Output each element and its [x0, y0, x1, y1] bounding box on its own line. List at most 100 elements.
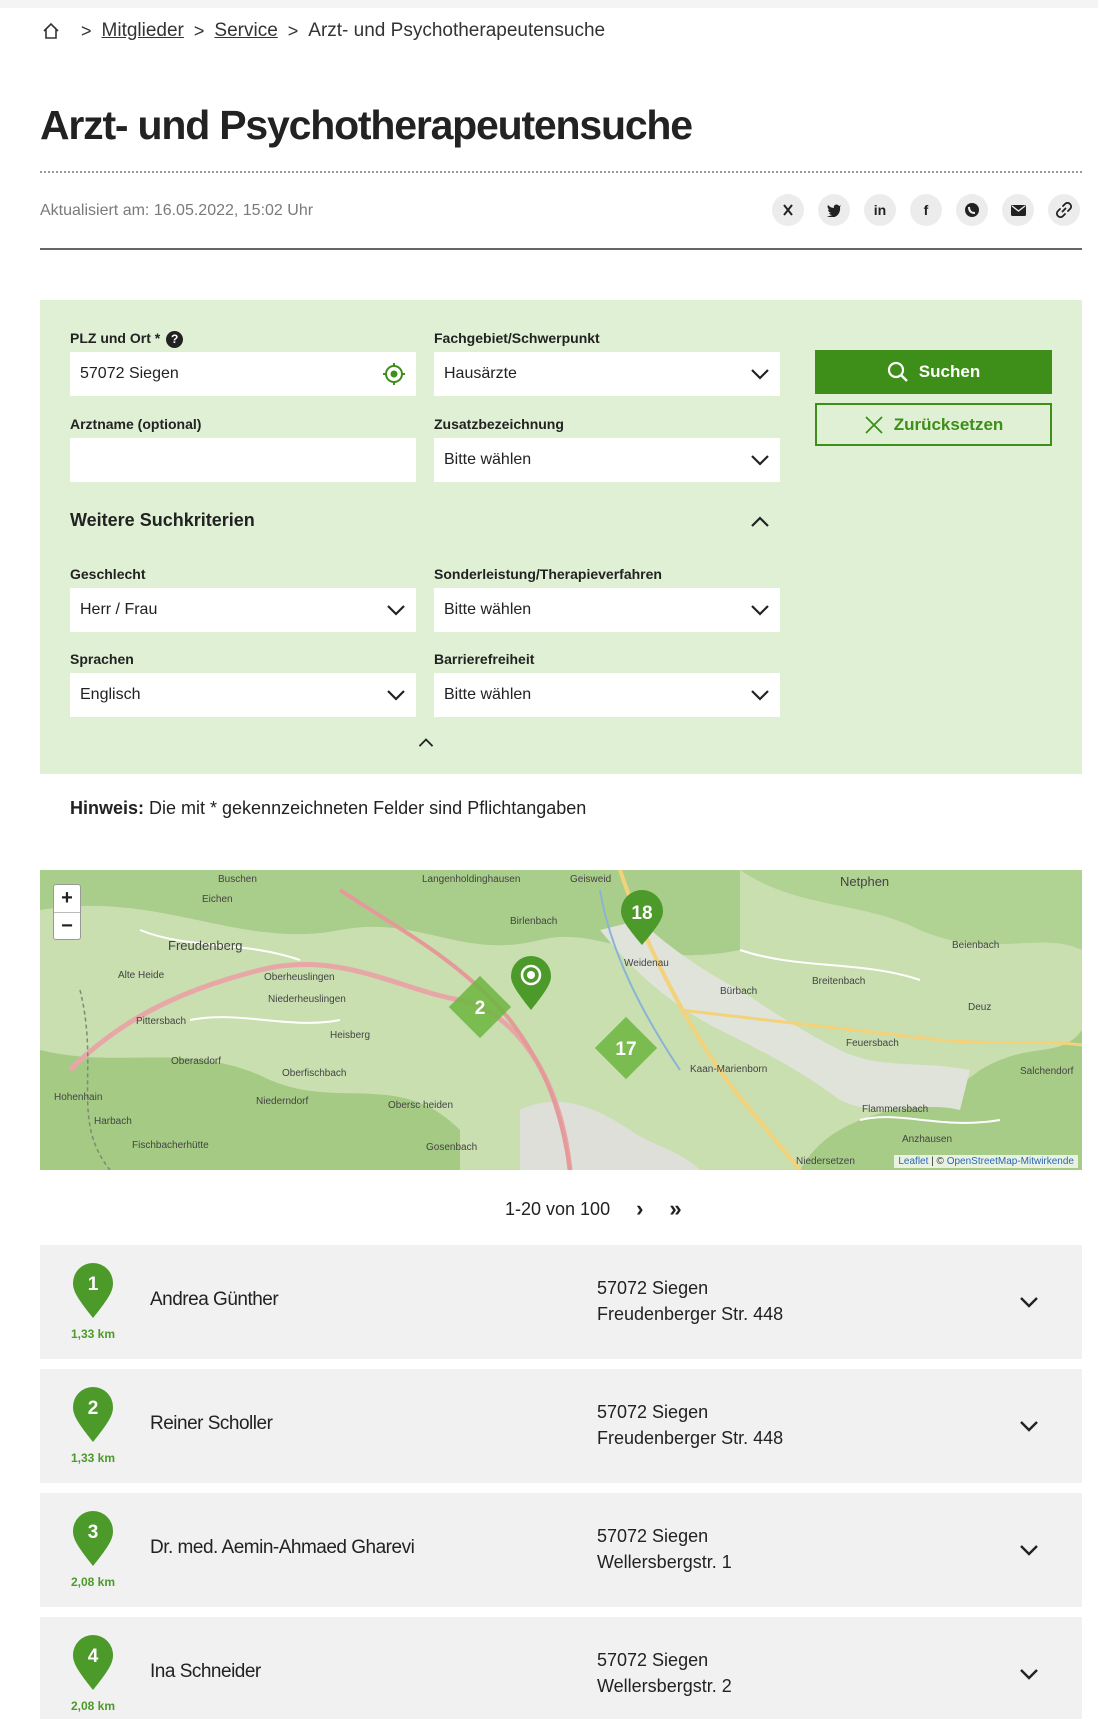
sprachen-select[interactable]: Englisch	[70, 673, 416, 717]
results-map[interactable]: 18 2 17 Buschen Eichen Freudenberg Alte …	[40, 870, 1082, 1170]
sonder-label: Sonderleistung/Therapieverfahren	[434, 566, 662, 582]
share-email-icon[interactable]	[1002, 194, 1034, 226]
map-place-label: Buschen	[218, 874, 257, 885]
hint-text: Die mit * gekennzeichneten Felder sind P…	[144, 798, 587, 818]
zusatz-label: Zusatzbezeichnung	[434, 416, 564, 432]
chevron-down-icon	[751, 455, 769, 466]
share-whatsapp-icon[interactable]	[956, 194, 988, 226]
share-facebook-icon[interactable]: f	[910, 194, 942, 226]
breadcrumb-link-service[interactable]: Service	[214, 20, 277, 42]
share-bar: in f	[772, 194, 1080, 226]
sonder-select[interactable]: Bitte wählen	[434, 588, 780, 632]
plz-value: 57072 Siegen	[80, 365, 179, 382]
map-place-label: Breitenbach	[812, 976, 866, 987]
top-strip	[0, 0, 1098, 8]
osm-link[interactable]: OpenStreetMap-Mitwirkende	[947, 1156, 1074, 1167]
barriere-label: Barrierefreiheit	[434, 651, 535, 667]
reset-button-label: Zurücksetzen	[893, 414, 1004, 434]
arztname-input[interactable]	[70, 438, 416, 482]
result-number: 4	[88, 1646, 99, 1667]
expand-chevron-icon[interactable]	[1018, 1295, 1040, 1309]
cluster-label: 17	[615, 1039, 636, 1060]
result-name: Dr. med. Aemin-Ahmaed Gharevi	[150, 1537, 415, 1558]
zoom-in-button[interactable]: +	[54, 885, 80, 912]
search-button[interactable]: Suchen	[815, 350, 1052, 394]
reset-button[interactable]: Zurücksetzen	[815, 403, 1052, 446]
map-place-label: Niedersetzen	[796, 1156, 855, 1167]
zoom-out-button[interactable]: −	[54, 912, 80, 939]
result-street: Wellersbergstr. 2	[597, 1676, 732, 1696]
help-icon[interactable]: ?	[166, 330, 184, 348]
result-row[interactable]: 4 2,08 km Ina Schneider 57072 Siegen Wel…	[40, 1617, 1082, 1719]
result-address: 57072 Siegen Freudenberger Str. 448	[597, 1275, 783, 1327]
result-row[interactable]: 2 1,33 km Reiner Scholler 57072 Siegen F…	[40, 1369, 1082, 1483]
map-place-label: Fischbacherhütte	[132, 1140, 209, 1151]
map-place-label: Flammersbach	[862, 1104, 929, 1115]
next-page-button[interactable]: ›	[636, 1196, 643, 1222]
result-pin-icon: 2	[73, 1387, 113, 1442]
map-place-label: Niederheuslingen	[268, 994, 346, 1005]
breadcrumb-current: Arzt- und Psychotherapeutensuche	[308, 20, 606, 41]
zusatz-value: Bitte wählen	[444, 451, 532, 468]
leaflet-link[interactable]: Leaflet	[898, 1156, 928, 1167]
map-place-label: Feuersbach	[846, 1038, 899, 1049]
cluster-label: 2	[475, 998, 486, 1019]
map-attribution: Leaflet | © OpenStreetMap-Mitwirkende	[894, 1155, 1078, 1168]
result-number: 1	[88, 1274, 99, 1295]
map-place-label: Obersc heiden	[388, 1100, 454, 1111]
share-linkedin-icon[interactable]: in	[864, 194, 896, 226]
map-place-label: Niederndorf	[256, 1096, 309, 1107]
geschlecht-select[interactable]: Herr / Frau	[70, 588, 416, 632]
result-distance: 1,33 km	[70, 1451, 116, 1465]
map-place-label: Geisweid	[570, 874, 612, 885]
share-link-icon[interactable]	[1048, 194, 1080, 226]
breadcrumb-separator: >	[81, 20, 92, 41]
barriere-select[interactable]: Bitte wählen	[434, 673, 780, 717]
search-icon	[887, 361, 908, 382]
expand-chevron-icon[interactable]	[1018, 1543, 1040, 1557]
attribution-separator: | ©	[928, 1156, 947, 1167]
result-street: Freudenberger Str. 448	[597, 1304, 784, 1324]
chevron-up-icon[interactable]	[749, 514, 771, 528]
chevron-down-icon	[387, 605, 405, 616]
page-title: Arzt- und Psychotherapeutensuche	[40, 102, 693, 148]
map-place-label: Oberasdorf	[171, 1056, 222, 1067]
header-rule	[40, 248, 1082, 250]
result-distance: 1,33 km	[70, 1327, 116, 1341]
map-place-label: Oberfischbach	[282, 1068, 347, 1079]
last-page-button[interactable]: »	[669, 1196, 681, 1222]
close-icon	[865, 415, 883, 434]
map-place-label: Pittersbach	[136, 1016, 187, 1027]
zusatz-select[interactable]: Bitte wählen	[434, 438, 780, 482]
barriere-value: Bitte wählen	[444, 686, 532, 703]
map-place-label: Netphen	[840, 874, 890, 889]
share-twitter-icon[interactable]	[818, 194, 850, 226]
geschlecht-value: Herr / Frau	[80, 601, 158, 618]
fachgebiet-value: Hausärzte	[444, 365, 517, 382]
locate-icon[interactable]	[382, 362, 406, 386]
result-row[interactable]: 1 1,33 km Andrea Günther 57072 Siegen Fr…	[40, 1245, 1082, 1359]
more-criteria-toggle[interactable]: Weitere Suchkriterien	[70, 510, 255, 531]
expand-chevron-icon[interactable]	[1018, 1419, 1040, 1433]
home-icon[interactable]	[41, 21, 61, 41]
chevron-down-icon	[751, 690, 769, 701]
fachgebiet-select[interactable]: Hausärzte	[434, 352, 780, 396]
map-place-label: Birlenbach	[510, 916, 558, 927]
result-row[interactable]: 3 2,08 km Dr. med. Aemin-Ahmaed Gharevi …	[40, 1493, 1082, 1607]
result-city: 57072 Siegen	[597, 1402, 709, 1422]
result-city: 57072 Siegen	[597, 1650, 709, 1670]
chevron-down-icon	[751, 369, 769, 380]
collapse-chevron-icon[interactable]	[417, 736, 435, 748]
map-place-label: Kaan-Marienborn	[690, 1064, 768, 1075]
sonder-value: Bitte wählen	[444, 601, 532, 618]
breadcrumb-link-mitglieder[interactable]: Mitglieder	[102, 20, 184, 42]
map-place-label: Alte Heide	[118, 970, 165, 981]
map-place-label: Hohenhain	[54, 1092, 103, 1103]
result-distance: 2,08 km	[70, 1575, 116, 1589]
result-address: 57072 Siegen Wellersbergstr. 1	[597, 1523, 732, 1575]
share-x-icon[interactable]	[772, 194, 804, 226]
breadcrumb-separator: >	[193, 20, 205, 41]
plz-input[interactable]: 57072 Siegen	[70, 352, 416, 396]
result-city: 57072 Siegen	[597, 1526, 709, 1546]
expand-chevron-icon[interactable]	[1018, 1667, 1040, 1681]
